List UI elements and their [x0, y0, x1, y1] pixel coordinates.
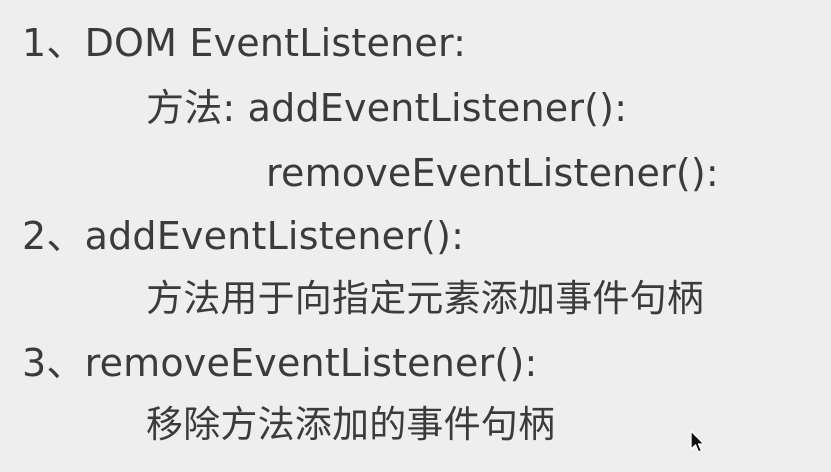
add-eventlistener-description: 方法用于向指定元素添加事件句柄	[146, 277, 704, 320]
heading-add-eventlistener: 2、addEventListener():	[22, 214, 465, 258]
methods-add-eventlistener: 方法: addEventListener():	[146, 86, 628, 130]
methods-remove-eventlistener: removeEventListener():	[266, 151, 719, 195]
heading-dom-eventlistener: 1、DOM EventListener:	[22, 21, 467, 65]
mouse-pointer-icon	[690, 430, 705, 453]
slide-content: 1、DOM EventListener: 方法: addEventListene…	[0, 0, 831, 472]
heading-remove-eventlistener: 3、removeEventListener():	[22, 341, 538, 385]
remove-eventlistener-description: 移除方法添加的事件句柄	[146, 403, 556, 446]
